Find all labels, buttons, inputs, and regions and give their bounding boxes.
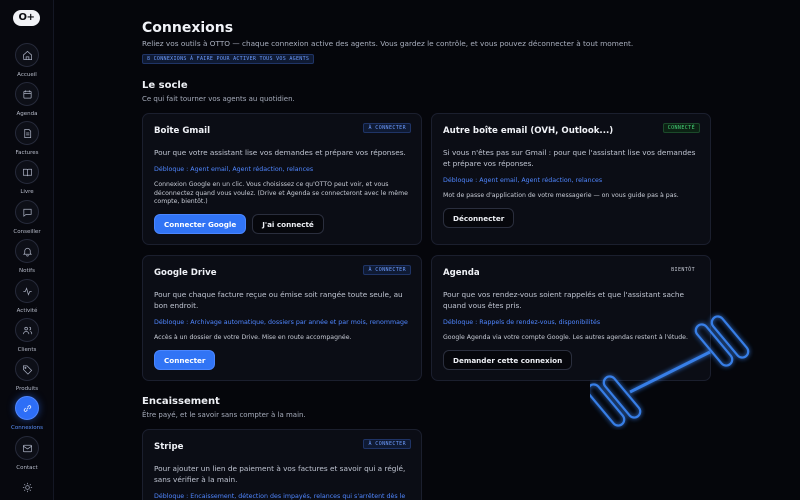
sidebar-item-produits[interactable]: Produits [0,357,54,392]
status-badge: À CONNECTER [363,439,411,449]
sidebar-item-label: Livre [20,189,34,195]
mail-icon [22,444,32,452]
sidebar-item-label: Notifs [19,268,35,274]
sidebar-item-label: Clients [17,347,37,353]
connect-drive-button[interactable]: Connecter [154,349,216,370]
card-gmail: Boîte Gmail À CONNECTER Pour que votre a… [142,113,422,245]
sidebar-item-accueil[interactable]: Accueil [0,43,54,78]
bell-icon [22,247,32,256]
card-google-drive: Google Drive À CONNECTER Pour que chaque… [142,255,422,381]
sidebar-item-agenda[interactable]: Agenda [0,82,54,117]
sidebar-item-label: Contact [16,465,38,471]
sidebar-item-label: Connexions [11,425,43,431]
sidebar-item-label: Accueil [17,72,37,78]
sidebar-item-label: Produits [15,386,39,392]
status-badge: CONNECTÉ [662,123,700,133]
tag-icon [22,364,32,375]
calendar-icon [22,89,32,99]
card-note: Connexion Google en un clic. Vous choisi… [154,181,408,205]
sidebar-item-contact[interactable]: Contact [0,436,54,471]
section-title-socle: Le socle [142,80,188,91]
section-subtitle-encaissement: Être payé, et le savoir sans compter à l… [142,411,306,419]
card-description: Pour que votre assistant lise vos demand… [154,148,406,157]
card-note: Mot de passe d'application de votre mess… [443,192,679,199]
request-connection-button[interactable]: Demander cette connexion [443,349,573,370]
sidebar-item-livre[interactable]: Livre [0,160,54,195]
link-icon [23,404,31,412]
card-stripe: Stripe À CONNECTER Pour ajouter un lien … [142,429,422,500]
card-unlocks: Débloque : Encaissement, détection des i… [154,493,406,500]
sidebar-item-label: Conseiller [13,229,41,235]
section-subtitle-socle: Ce qui fait tourner vos agents au quotid… [142,95,295,103]
card-other-email: Autre boîte email (OVH, Outlook...) CONN… [431,113,711,245]
sidebar: O+ Accueil Agenda Factures Livre Conseil… [0,0,54,500]
connections-count-badge: 8 CONNEXIONS À FAIRE POUR ACTIVER TOUS V… [142,54,315,64]
page-title: Connexions [142,20,234,36]
chat-icon [22,208,32,217]
sun-icon [22,482,32,492]
sidebar-item-notifs[interactable]: Notifs [0,239,54,274]
invoice-icon [23,128,31,138]
neon-dumbbell-illustration [590,315,750,427]
confirm-connected-button[interactable]: J'ai connecté [252,213,324,234]
card-description: Pour ajouter un lien de paiement à vos f… [154,464,406,484]
app-logo[interactable]: O+ [13,10,40,26]
status-badge: À CONNECTER [363,265,411,275]
card-note: Accès à un dossier de votre Drive. Mise … [154,334,352,341]
card-unlocks: Débloque : Archivage automatique, dossie… [154,319,408,326]
card-unlocks: Débloque : Agent email, Agent rédaction,… [154,166,314,173]
book-icon [22,168,32,176]
card-description: Si vous n'êtes pas sur Gmail : pour que … [443,148,696,168]
section-title-encaissement: Encaissement [142,396,220,407]
sidebar-item-factures[interactable]: Factures [0,121,54,156]
status-badge: BIENTÔT [671,267,695,273]
activity-icon [22,286,32,296]
connect-google-button[interactable]: Connecter Google [154,213,247,234]
home-icon [22,50,32,60]
disconnect-button[interactable]: Déconnecter [443,207,515,228]
sidebar-item-conseiller[interactable]: Conseiller [0,200,54,235]
card-title: Autre boîte email (OVH, Outlook...) [443,126,614,136]
sidebar-item-activite[interactable]: Activité [0,279,54,314]
users-icon [22,326,32,334]
sidebar-item-clients[interactable]: Clients [0,318,54,353]
card-unlocks: Débloque : Agent email, Agent rédaction,… [443,177,603,184]
card-title: Agenda [443,268,480,278]
status-badge: À CONNECTER [363,123,411,133]
sidebar-item-connexions[interactable]: Connexions [0,396,54,431]
card-description: Pour que chaque facture reçue ou émise s… [154,290,403,310]
sidebar-item-label: Activité [16,308,38,314]
sidebar-item-label: Agenda [16,111,38,117]
sidebar-item-label: Factures [15,150,39,156]
sidebar-item-theme[interactable] [0,475,54,499]
page-subtitle: Reliez vos outils à OTTO — chaque connex… [142,39,634,48]
